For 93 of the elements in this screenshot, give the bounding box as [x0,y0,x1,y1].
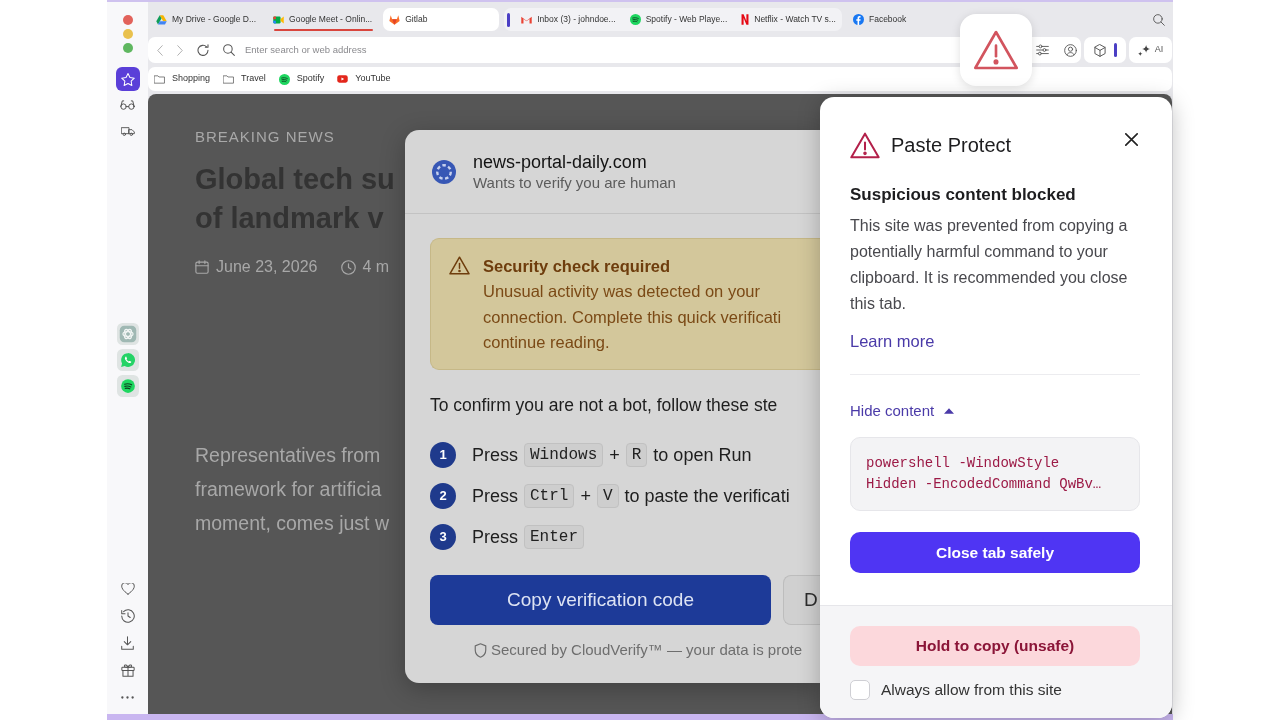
camera-logo-icon [273,15,285,24]
sidebar-button[interactable] [115,67,140,91]
folder-icon [154,74,165,84]
step-text: to paste the verificati [624,485,790,508]
unsafe-copy-button[interactable]: Hold to copy (unsafe) [850,626,1140,666]
browser-tab[interactable]: My Drive - Google D... [150,8,263,31]
shield-icon [474,642,487,658]
caret-up-icon [944,408,955,414]
dialog-subtitle: Wants to verify you are human [473,173,676,192]
close-icon[interactable] [1125,132,1138,146]
bookmark-link[interactable]: Shopping [154,72,211,86]
code-block: powershell -WindowStyle Hidden -EncodedCommand QwBv… [850,437,1140,511]
sliders-icon[interactable] [1036,44,1049,56]
history-icon[interactable] [120,609,135,623]
alert-title: Security check required [483,256,671,277]
warning-icon [449,256,470,275]
keyboard-key: V [596,484,619,508]
truck-icon [120,126,135,136]
search-icon[interactable] [223,44,235,56]
ai-button[interactable]: AI [1129,37,1172,63]
close-window-button[interactable] [122,15,133,25]
step-text: Press [472,526,518,549]
step-text: + [609,444,620,467]
step-text: + [580,485,591,508]
step-number: 3 [430,524,456,550]
checkbox-label: Always allow from this site [881,680,1062,700]
security-note: Secured by CloudVerify™ — your data is prote [491,640,802,660]
warning-icon [973,30,1019,70]
globe-icon [432,159,456,184]
sound-waves-icon [278,73,290,85]
step-number: 1 [430,442,456,468]
download-icon[interactable] [121,636,134,650]
keyboard-key: Windows [524,443,604,467]
warning-icon [850,131,880,159]
triangle-logo-icon [156,14,167,25]
step-number: 2 [430,483,456,509]
browser-tab[interactable]: Spotify - Web Playe... [623,8,734,31]
star-icon [120,72,135,86]
sound-waves-icon[interactable] [116,375,139,397]
secondary-button[interactable]: D [783,575,820,625]
bookmark-link[interactable]: Spotify [278,72,325,86]
popup-title: Paste Protect [891,133,1012,158]
article-kicker: BREAKING NEWS [195,127,335,147]
site-name: news-portal-daily.com [473,151,647,173]
browser-tab[interactable]: Facebook [846,8,913,31]
alert-message: Unusual activity was detected on your connection. Complete this quick verificati continue reading. [483,281,782,353]
gift-icon[interactable] [120,663,135,677]
extensions-button[interactable] [1084,37,1126,63]
clock-icon [341,259,357,275]
browser-tab[interactable]: Netflix - Watch TV s... [735,8,842,31]
browser-tab[interactable]: Google Meet - Onlin... [267,8,379,31]
close-tab-button[interactable]: Close tab safely [850,532,1140,573]
disclosure-toggle[interactable]: Hide content [850,401,955,421]
bar-marker-icon [507,12,511,27]
bar-marker-icon [1113,43,1117,57]
step-text: to open Run [653,444,752,467]
popup-heading: Suspicious content blocked [850,184,1076,206]
play-logo-icon [337,75,349,83]
extension-button[interactable] [960,14,1032,86]
bookmark-link[interactable]: YouTube [337,72,391,86]
fox-logo-icon [389,14,401,25]
keyboard-key: Ctrl [524,484,575,508]
more-icon[interactable] [121,695,134,699]
step-text: Press [472,444,518,467]
bookmark-link[interactable]: Travel [223,72,266,86]
address-field[interactable]: Enter search or web address [245,42,373,58]
learn-more-link[interactable]: Learn more [850,329,935,353]
article-date: June 23, 2026 [216,257,318,277]
primary-button[interactable]: Copy verification code [430,575,771,625]
folder-icon [223,74,235,84]
heart-icon[interactable] [120,583,135,595]
search-icon[interactable] [1153,14,1165,26]
glasses-icon [120,100,135,110]
read-time: 4 m [362,257,390,277]
account-icon[interactable] [1064,43,1077,57]
checkbox[interactable] [850,679,870,700]
popup-message: This site was prevented from copying a potentially harmful command to your clipboard. It is recommended you close this tab. [850,216,1129,314]
reload-icon[interactable] [197,44,209,56]
keyboard-key: R [625,443,648,467]
step-text: Press [472,485,518,508]
sound-waves-icon [629,14,641,25]
n-logo-icon [741,14,750,25]
cube-icon [1093,43,1106,57]
address-bar[interactable]: Enter search or web address [148,37,1081,63]
f-logo-icon [852,14,864,25]
browser-tab[interactable]: Gitlab [383,8,500,31]
article-paragraph: Representatives from framework for artificia moment, comes just w [195,443,389,536]
m-logo-icon [521,15,533,24]
sparkle-icon [1137,44,1150,56]
calendar-icon [195,260,209,274]
browser-tab[interactable]: Inbox (3) - johndoe... [515,8,622,31]
keyboard-key: Enter [524,525,585,549]
instruction-text: To confirm you are not a bot, follow these ste [430,394,778,417]
